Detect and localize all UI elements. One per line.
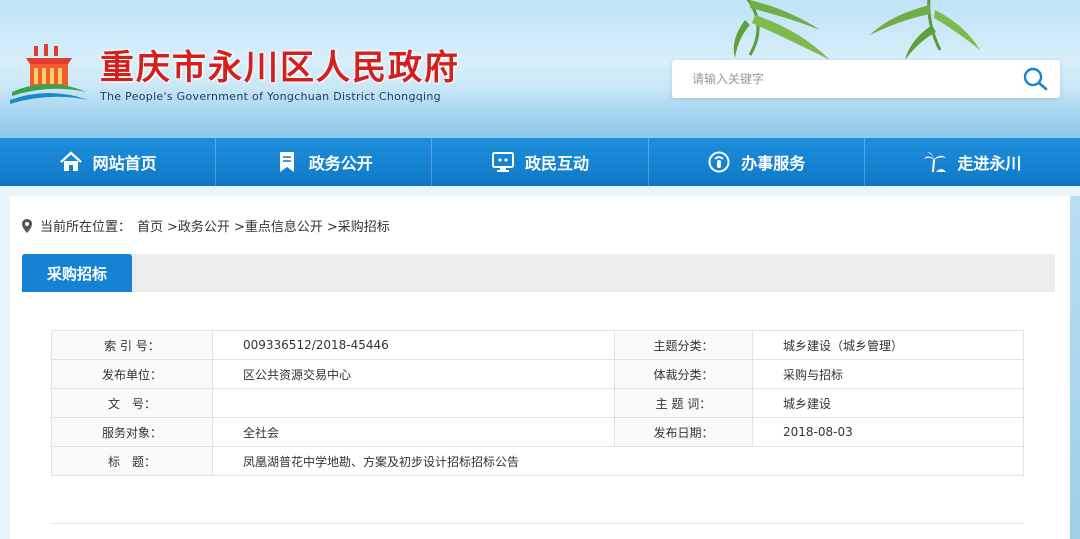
value-publisher: 区公共资源交易中心 bbox=[212, 359, 615, 389]
header-banner: 重庆市永川区人民政府 The People's Government of Yo… bbox=[0, 0, 1080, 138]
table-row: 标 题： 凤凰湖普花中学地勘、方案及初步设计招标招标公告 bbox=[51, 446, 1024, 476]
site-title: 重庆市永川区人民政府 bbox=[100, 48, 460, 88]
breadcrumb: 当前所在位置： 首页 >政务公开 >重点信息公开 >采购招标 bbox=[22, 216, 394, 235]
nav-item-label: 政务公开 bbox=[308, 154, 373, 173]
bamboo-leaves-decoration-right bbox=[870, 0, 980, 60]
label-publisher: 发布单位： bbox=[51, 359, 213, 389]
search-input[interactable] bbox=[692, 68, 1012, 90]
label-title: 标 题： bbox=[51, 446, 213, 476]
breadcrumb-link-procurement[interactable]: >采购招标 bbox=[327, 216, 390, 235]
government-logo-icon bbox=[10, 44, 88, 104]
nav-item-interaction[interactable]: 政民互动 bbox=[432, 138, 649, 186]
label-index-number: 索 引 号： bbox=[51, 330, 213, 360]
home-icon bbox=[59, 151, 82, 171]
monitor-icon bbox=[492, 152, 514, 172]
table-row: 文 号： 主 题 词： 城乡建设 bbox=[51, 388, 1024, 418]
nav-item-label: 网站首页 bbox=[92, 154, 157, 173]
page-background-edge bbox=[1070, 196, 1080, 539]
breadcrumb-prefix: 当前所在位置： bbox=[40, 220, 132, 235]
label-keywords: 主 题 词： bbox=[614, 388, 753, 418]
value-topic-category: 城乡建设（城乡管理） bbox=[752, 330, 1024, 360]
document-info-table: 索 引 号： 009336512/2018-45446 主题分类： 城乡建设（城… bbox=[51, 330, 1024, 476]
breadcrumb-link-gov-affairs[interactable]: >政务公开 bbox=[167, 216, 230, 235]
value-doc-number bbox=[212, 388, 615, 418]
search-box bbox=[672, 60, 1060, 98]
nav-item-label: 办事服务 bbox=[741, 154, 806, 173]
search-icon[interactable] bbox=[1022, 67, 1048, 91]
section-tab-procurement[interactable]: 采购招标 bbox=[22, 254, 132, 292]
value-genre-category: 采购与招标 bbox=[752, 359, 1024, 389]
location-pin-icon bbox=[22, 218, 32, 233]
content-divider bbox=[51, 523, 1024, 524]
content-panel: 当前所在位置： 首页 >政务公开 >重点信息公开 >采购招标 采购招标 索 引 … bbox=[10, 196, 1070, 539]
nav-item-home[interactable]: 网站首页 bbox=[0, 138, 217, 186]
label-doc-number: 文 号： bbox=[51, 388, 213, 418]
nav-item-gov-affairs[interactable]: 政务公开 bbox=[216, 138, 433, 186]
table-row: 服务对象： 全社会 发布日期： 2018-08-03 bbox=[51, 417, 1024, 447]
value-index-number: 009336512/2018-45446 bbox=[212, 330, 615, 360]
main-nav: 网站首页 政务公开 政民互动 办事服务 走进永川 bbox=[0, 138, 1080, 186]
nav-item-label: 走进永川 bbox=[957, 154, 1022, 173]
nav-item-about-yongchuan[interactable]: 走进永川 bbox=[865, 138, 1080, 186]
table-row: 索 引 号： 009336512/2018-45446 主题分类： 城乡建设（城… bbox=[51, 330, 1024, 360]
breadcrumb-link-key-info[interactable]: >重点信息公开 bbox=[234, 216, 323, 235]
bookmark-icon bbox=[279, 152, 294, 172]
section-header-bar: 采购招标 bbox=[22, 254, 1055, 292]
nav-item-services[interactable]: 办事服务 bbox=[649, 138, 865, 186]
label-publish-date: 发布日期： bbox=[614, 417, 753, 447]
bamboo-leaves-decoration bbox=[733, 0, 830, 60]
breadcrumb-link-home[interactable]: 首页 bbox=[137, 216, 163, 235]
site-subtitle: The People's Government of Yongchuan Dis… bbox=[100, 90, 441, 103]
table-row: 发布单位： 区公共资源交易中心 体裁分类： 采购与招标 bbox=[51, 359, 1024, 389]
nav-item-label: 政民互动 bbox=[525, 154, 590, 173]
label-topic-category: 主题分类： bbox=[614, 330, 753, 360]
value-service-target: 全社会 bbox=[212, 417, 615, 447]
label-genre-category: 体裁分类： bbox=[614, 359, 753, 389]
palm-tree-icon bbox=[924, 152, 947, 173]
value-keywords: 城乡建设 bbox=[752, 388, 1024, 418]
value-title: 凤凰湖普花中学地勘、方案及初步设计招标招标公告 bbox=[212, 446, 1024, 476]
label-service-target: 服务对象： bbox=[51, 417, 213, 447]
value-publish-date: 2018-08-03 bbox=[752, 417, 1024, 447]
service-icon bbox=[708, 151, 730, 173]
